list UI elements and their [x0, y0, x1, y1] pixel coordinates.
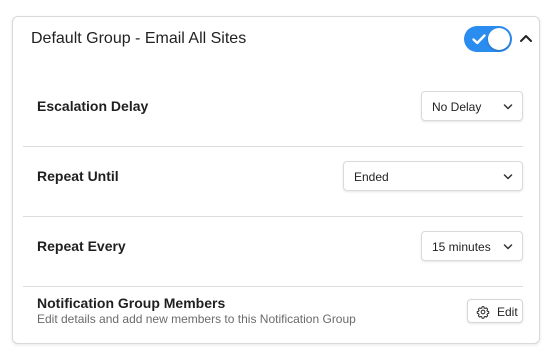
repeat-every-value: 15 minutes — [432, 240, 491, 254]
chevron-down-icon — [503, 244, 513, 250]
group-title: Default Group - Email All Sites — [31, 30, 247, 47]
members-description: Edit details and add new members to this… — [37, 312, 356, 326]
setting-row-repeat-every: Repeat Every 15 minutes — [23, 217, 523, 286]
toggle-knob — [488, 28, 510, 50]
members-title: Notification Group Members — [37, 295, 226, 311]
repeat-every-select[interactable]: 15 minutes — [421, 231, 523, 261]
chevron-down-icon — [503, 104, 513, 110]
edit-button-label: Edit — [497, 305, 518, 319]
chevron-down-icon — [503, 174, 513, 180]
edit-members-button[interactable]: Edit — [467, 299, 523, 323]
escalation-delay-value: No Delay — [432, 100, 482, 114]
setting-row-repeat-until: Repeat Until Ended — [23, 147, 523, 216]
card-header: Default Group - Email All Sites — [13, 17, 539, 63]
notification-group-card: Default Group - Email All Sites Escalati… — [12, 16, 540, 344]
escalation-delay-label: Escalation Delay — [37, 98, 149, 114]
escalation-delay-select[interactable]: No Delay — [421, 91, 523, 121]
chevron-up-icon[interactable] — [518, 30, 534, 46]
repeat-until-label: Repeat Until — [37, 168, 119, 184]
setting-row-escalation-delay: Escalation Delay No Delay — [23, 77, 523, 146]
repeat-until-select[interactable]: Ended — [343, 161, 523, 191]
group-enabled-toggle[interactable] — [464, 26, 512, 52]
check-icon — [472, 34, 486, 45]
notification-group-members-section: Notification Group Members Edit details … — [23, 287, 523, 342]
repeat-until-value: Ended — [354, 170, 389, 184]
gear-icon — [476, 306, 490, 319]
repeat-every-label: Repeat Every — [37, 238, 126, 254]
